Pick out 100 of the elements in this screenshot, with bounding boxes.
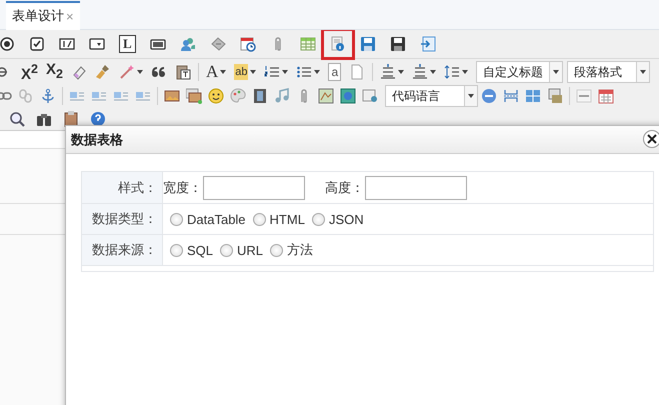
document-info-icon (330, 36, 346, 52)
field-label: 宽度： (163, 178, 202, 196)
field-label: 数据类型： (82, 204, 163, 235)
toolbar-button[interactable] (174, 64, 191, 80)
globe-map-icon (340, 88, 356, 104)
toolbar-button[interactable] (296, 64, 312, 80)
caret-icon (553, 70, 560, 74)
caret-icon (462, 70, 468, 74)
close-button[interactable] (643, 130, 659, 148)
radio-label: HTML (270, 212, 305, 226)
toolbar-button[interactable] (59, 36, 75, 52)
people-icon (180, 36, 196, 52)
caret-icon (250, 70, 256, 74)
radio-button[interactable] (170, 244, 183, 256)
bullet-list-icon (296, 64, 312, 80)
caret-icon (314, 70, 320, 74)
map-icon (318, 88, 334, 104)
toolbar-button[interactable] (29, 36, 45, 52)
field-label: 数据来源： (82, 235, 163, 266)
eraser-icon (70, 64, 87, 80)
select-field[interactable]: 代码语言 (385, 85, 478, 107)
line-height-icon (444, 64, 460, 80)
layout-icon (525, 88, 541, 104)
search-icon (9, 111, 25, 127)
toolbar-button[interactable] (390, 36, 406, 52)
toolbar-button[interactable] (89, 36, 105, 52)
template-icon (547, 88, 563, 104)
format-button[interactable]: X$_{2}$ (46, 62, 63, 82)
page-icon (349, 64, 366, 80)
numbered-list-icon (264, 64, 280, 80)
toolbar-button[interactable] (252, 88, 268, 104)
field-label: 高度： (325, 178, 364, 196)
images-icon (186, 88, 202, 104)
select-field[interactable]: 段落格式 (567, 60, 650, 82)
caret-icon (220, 70, 226, 74)
align-icon (380, 64, 396, 80)
radio-label: 方法 (287, 241, 314, 259)
radio-button[interactable] (170, 212, 183, 226)
radio-button[interactable] (220, 244, 234, 256)
anchor-icon (40, 88, 56, 104)
radio-label: URL (237, 242, 264, 258)
save-icon (360, 36, 376, 52)
caret-icon (430, 70, 436, 74)
caret-icon (468, 94, 474, 98)
binoculars-icon (36, 111, 52, 127)
save-icon (390, 36, 406, 52)
radio-label: DataTable (187, 212, 246, 226)
format-button[interactable]: L (119, 35, 136, 53)
caret-icon (136, 70, 143, 74)
frame-icon (362, 88, 378, 104)
radio-label: SQL (187, 242, 214, 258)
toolbar-button[interactable] (264, 64, 280, 80)
format-button[interactable]: A (206, 64, 218, 80)
unlink-icon (18, 88, 34, 104)
radio-button[interactable] (312, 212, 325, 226)
toolbar-button[interactable] (164, 88, 180, 104)
radio-label: JSON (328, 212, 364, 226)
toolbar-button[interactable] (240, 36, 256, 52)
toolbar-button[interactable] (9, 111, 25, 127)
caret-icon (398, 70, 404, 74)
page-break-icon (503, 88, 519, 104)
palette-icon (230, 88, 246, 104)
paste-icon (174, 64, 191, 80)
field-label: 样式： (82, 172, 163, 204)
radio-button[interactable] (252, 212, 266, 226)
toolbar-button[interactable] (36, 111, 52, 127)
toolbar-button[interactable] (0, 36, 15, 52)
input-field[interactable] (365, 176, 467, 200)
import-icon (420, 36, 436, 52)
music-icon (274, 88, 290, 104)
image-icon (164, 88, 180, 104)
radio-button[interactable] (270, 244, 284, 256)
dialog-title: 数据表格 (71, 130, 123, 148)
caret-icon (640, 70, 646, 74)
calendar-icon (598, 88, 614, 104)
tab[interactable]: 表单设计× (6, 1, 80, 30)
format-button[interactable]: a (328, 62, 342, 80)
input-field[interactable] (203, 176, 305, 200)
radio-icon (0, 36, 15, 52)
toolbar-button[interactable] (444, 64, 460, 80)
toolbar-button[interactable] (208, 88, 224, 104)
toolbar-button[interactable] (186, 88, 202, 104)
dropdown-icon (89, 36, 105, 52)
circle-icon (481, 88, 497, 104)
text-field-icon (59, 36, 75, 52)
film-icon (252, 88, 268, 104)
align-icon (412, 64, 428, 80)
checkbox-icon (29, 36, 45, 52)
table-icon (300, 36, 316, 52)
format-button[interactable]: X$^{2}$ (21, 60, 38, 82)
select-field[interactable]: 自定义标题 (476, 60, 564, 82)
toolbar-button[interactable] (412, 64, 428, 80)
format-button[interactable]: ab (234, 64, 248, 80)
brush-icon (94, 64, 111, 80)
magic-wand-icon (118, 64, 135, 80)
smiley-icon (208, 88, 224, 104)
toolbar-button[interactable] (380, 64, 396, 80)
calendar-clock-icon (240, 36, 256, 52)
toolbar-button[interactable] (90, 111, 106, 127)
caret-icon (282, 70, 288, 74)
